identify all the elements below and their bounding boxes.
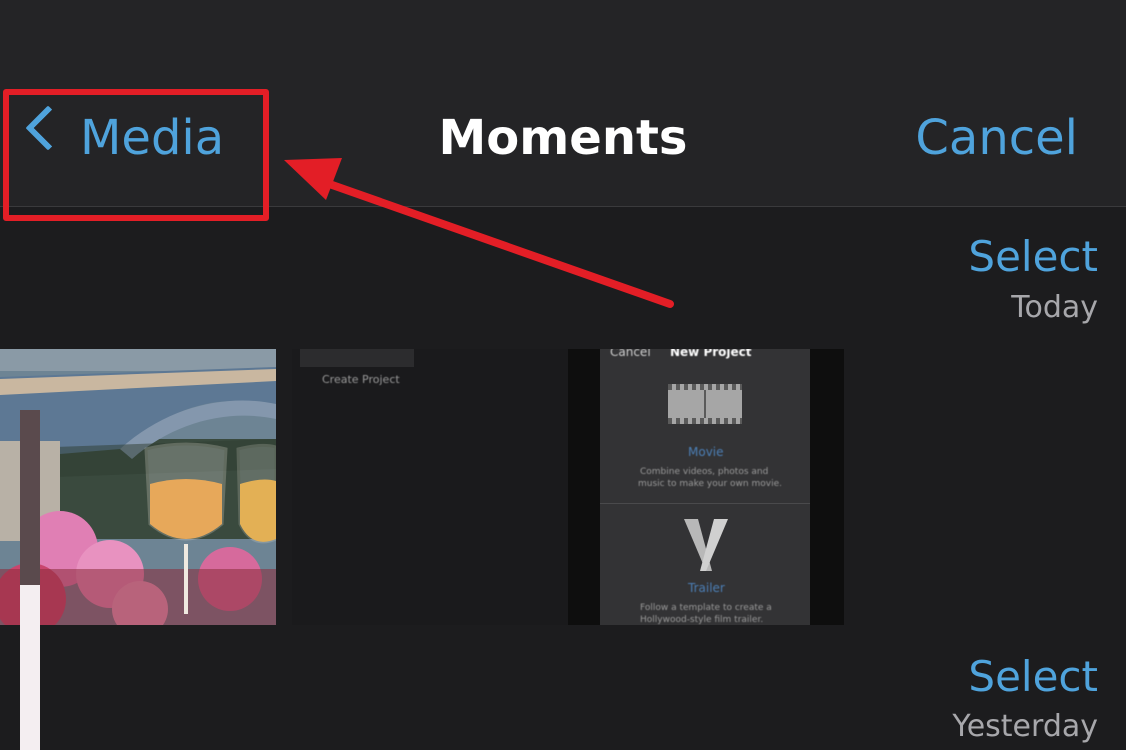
trailer-spotlight-icon (684, 519, 728, 571)
section-date-yesterday: Yesterday (952, 709, 1098, 744)
thumbnail-trailer-label: Trailer (688, 581, 725, 595)
select-button-yesterday[interactable]: Select (968, 652, 1098, 702)
thumbnail-create-project-text: Create Project (322, 373, 400, 386)
film-strip-icon (668, 384, 742, 424)
thumbnail-title-text: New Project (670, 349, 752, 359)
photo-thumbnail[interactable] (0, 349, 276, 625)
select-button-today[interactable]: Select (968, 232, 1098, 282)
annotation-highlight-box (3, 89, 269, 221)
section-date-today: Today (1011, 290, 1098, 325)
scroll-indicator-thumb[interactable] (20, 585, 40, 750)
thumbnail-movie-desc-1: Combine videos, photos and (640, 467, 769, 477)
thumbnail-movie-desc-2: music to make your own movie. (638, 479, 782, 489)
cancel-button[interactable]: Cancel (915, 110, 1078, 166)
thumbnail-cancel-text: Cancel (610, 349, 651, 359)
screenshot-thumbnail-new-project[interactable]: Cancel New Project Movie Combine videos,… (568, 349, 844, 625)
thumbnail-trailer-desc-2: Hollywood-style film trailer. (640, 615, 764, 625)
screenshot-thumbnail-create-project[interactable]: Create Project (292, 349, 568, 625)
photo-thumbnail-image (0, 349, 276, 625)
thumbnail-trailer-desc-1: Follow a template to create a (640, 603, 772, 613)
thumbnail-movie-label: Movie (688, 445, 724, 459)
